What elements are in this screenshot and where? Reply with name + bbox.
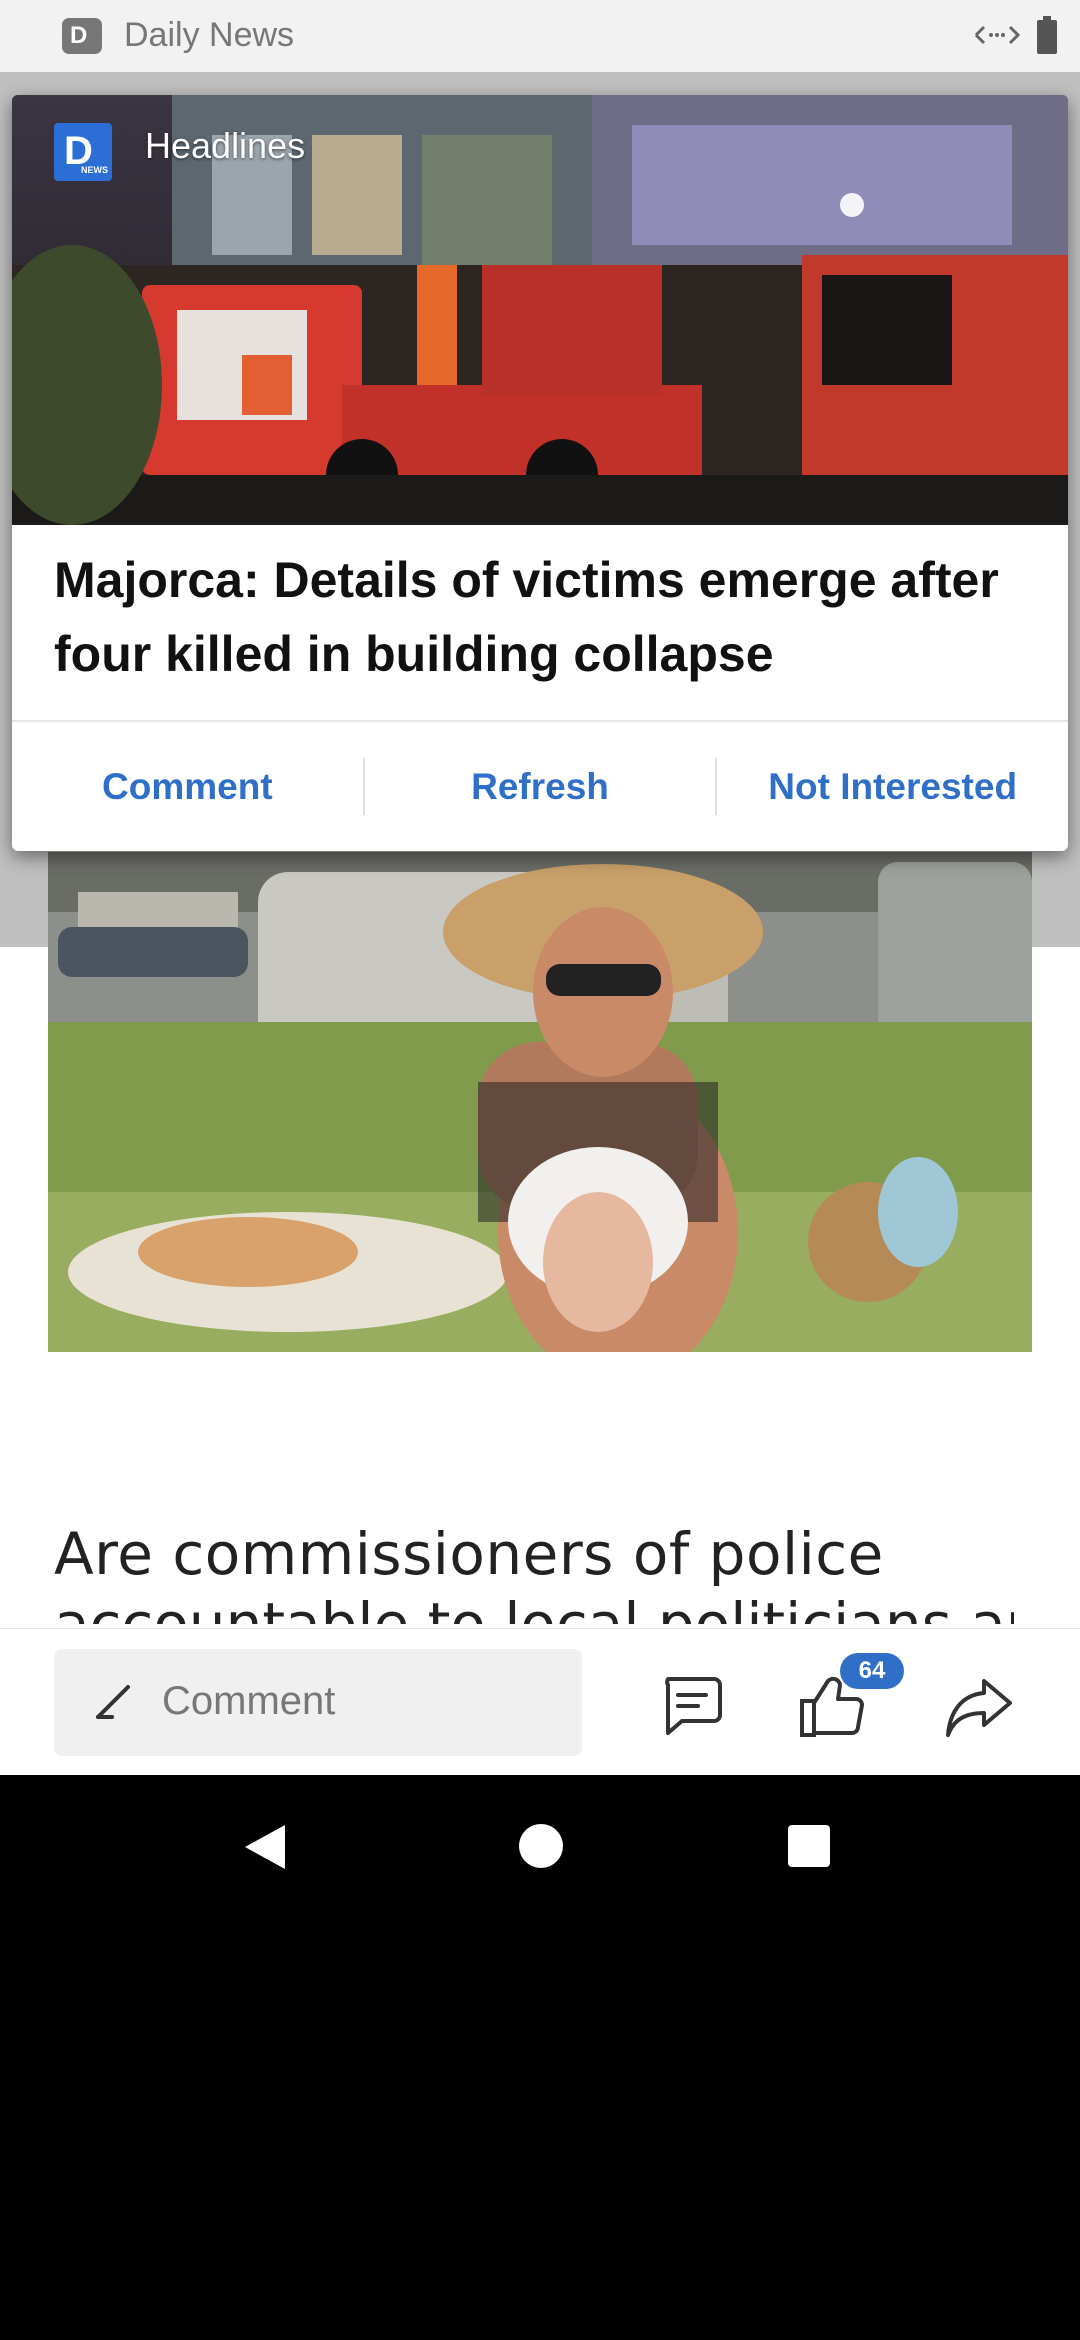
article-body-line-2-clipped: accountable to local politicians and [54,1600,1014,1624]
recents-icon[interactable] [788,1825,830,1867]
battery-icon [1037,16,1057,54]
article-body-line-1: Are commissioners of police [54,1520,884,1588]
pencil-icon [96,1685,130,1719]
like-count-badge: 64 [840,1653,904,1689]
back-icon[interactable] [243,1823,287,1871]
app-badge-icon: D [62,18,102,54]
app-badge-letter: D [70,22,88,49]
notification-source-name: Headlines [145,125,306,166]
navigation-bar [0,1775,1080,1925]
headlines-source-icon: D NEWS [54,123,112,181]
comment-action-button[interactable]: Comment [12,722,363,851]
status-icons [972,16,1058,54]
notification-actions: Comment Refresh Not Interested [12,722,1068,851]
not-interested-action-button[interactable]: Not Interested [717,722,1068,851]
article-photo [48,852,1032,1352]
share-icon[interactable] [944,1675,1014,1739]
status-bar: D Daily News [0,0,1080,72]
article-body-line-2: accountable to local politicians and [54,1600,1014,1624]
status-app-name: Daily News [124,16,295,54]
bottom-toolbar: Comment 64 [0,1628,1080,1775]
data-saver-icon [974,25,1021,45]
comment-input[interactable]: Comment [54,1649,582,1756]
app-screen: D Daily News Are commissioners of police… [0,0,1080,1775]
comments-icon[interactable] [658,1673,724,1739]
home-icon[interactable] [519,1824,563,1868]
notification-title[interactable]: Majorca: Details of victims emerge after… [54,543,1044,691]
notification-card[interactable]: D NEWS Headlines Majorca: Details of vic… [12,95,1068,851]
notification-image: D NEWS Headlines [12,95,1068,525]
comment-placeholder: Comment [162,1679,336,1723]
source-icon-sub: NEWS [81,165,108,175]
refresh-action-button[interactable]: Refresh [365,722,716,851]
